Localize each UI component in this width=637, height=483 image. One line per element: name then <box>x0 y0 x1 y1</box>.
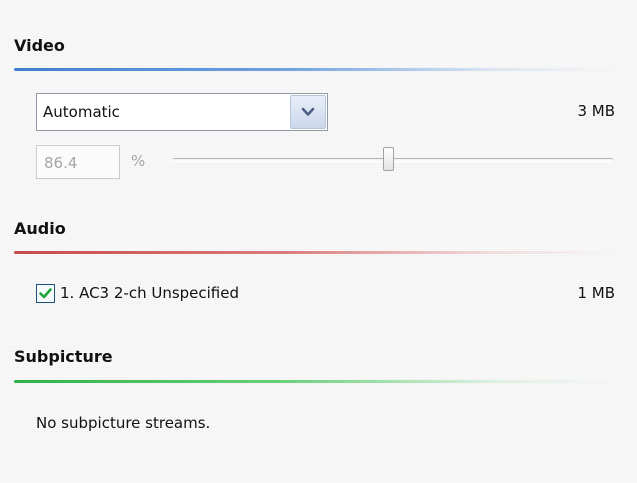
chevron-down-icon <box>301 107 315 116</box>
dropdown-button[interactable] <box>290 95 326 129</box>
subpicture-section-title: Subpicture <box>14 347 113 366</box>
audio-section-title: Audio <box>14 219 66 238</box>
no-subpicture-message: No subpicture streams. <box>36 414 211 432</box>
video-quality-value: 86.4 <box>44 154 78 172</box>
video-size: 3 MB <box>577 102 615 120</box>
check-icon <box>39 288 52 299</box>
video-quality-input[interactable]: 86.4 <box>36 145 120 179</box>
audio-section-divider <box>14 251 614 254</box>
percent-unit-label: % <box>131 152 146 170</box>
subpicture-section-divider <box>14 380 614 383</box>
audio-track-size: 1 MB <box>577 284 615 302</box>
video-section-title: Video <box>14 36 65 55</box>
video-mode-selected: Automatic <box>43 103 120 121</box>
audio-track-label: 1. AC3 2-ch Unspecified <box>60 284 240 302</box>
slider-thumb[interactable] <box>383 147 394 171</box>
video-section-divider <box>14 68 614 71</box>
audio-track-checkbox[interactable] <box>36 284 55 303</box>
video-quality-slider[interactable] <box>173 146 613 176</box>
video-mode-dropdown[interactable]: Automatic <box>36 93 328 131</box>
